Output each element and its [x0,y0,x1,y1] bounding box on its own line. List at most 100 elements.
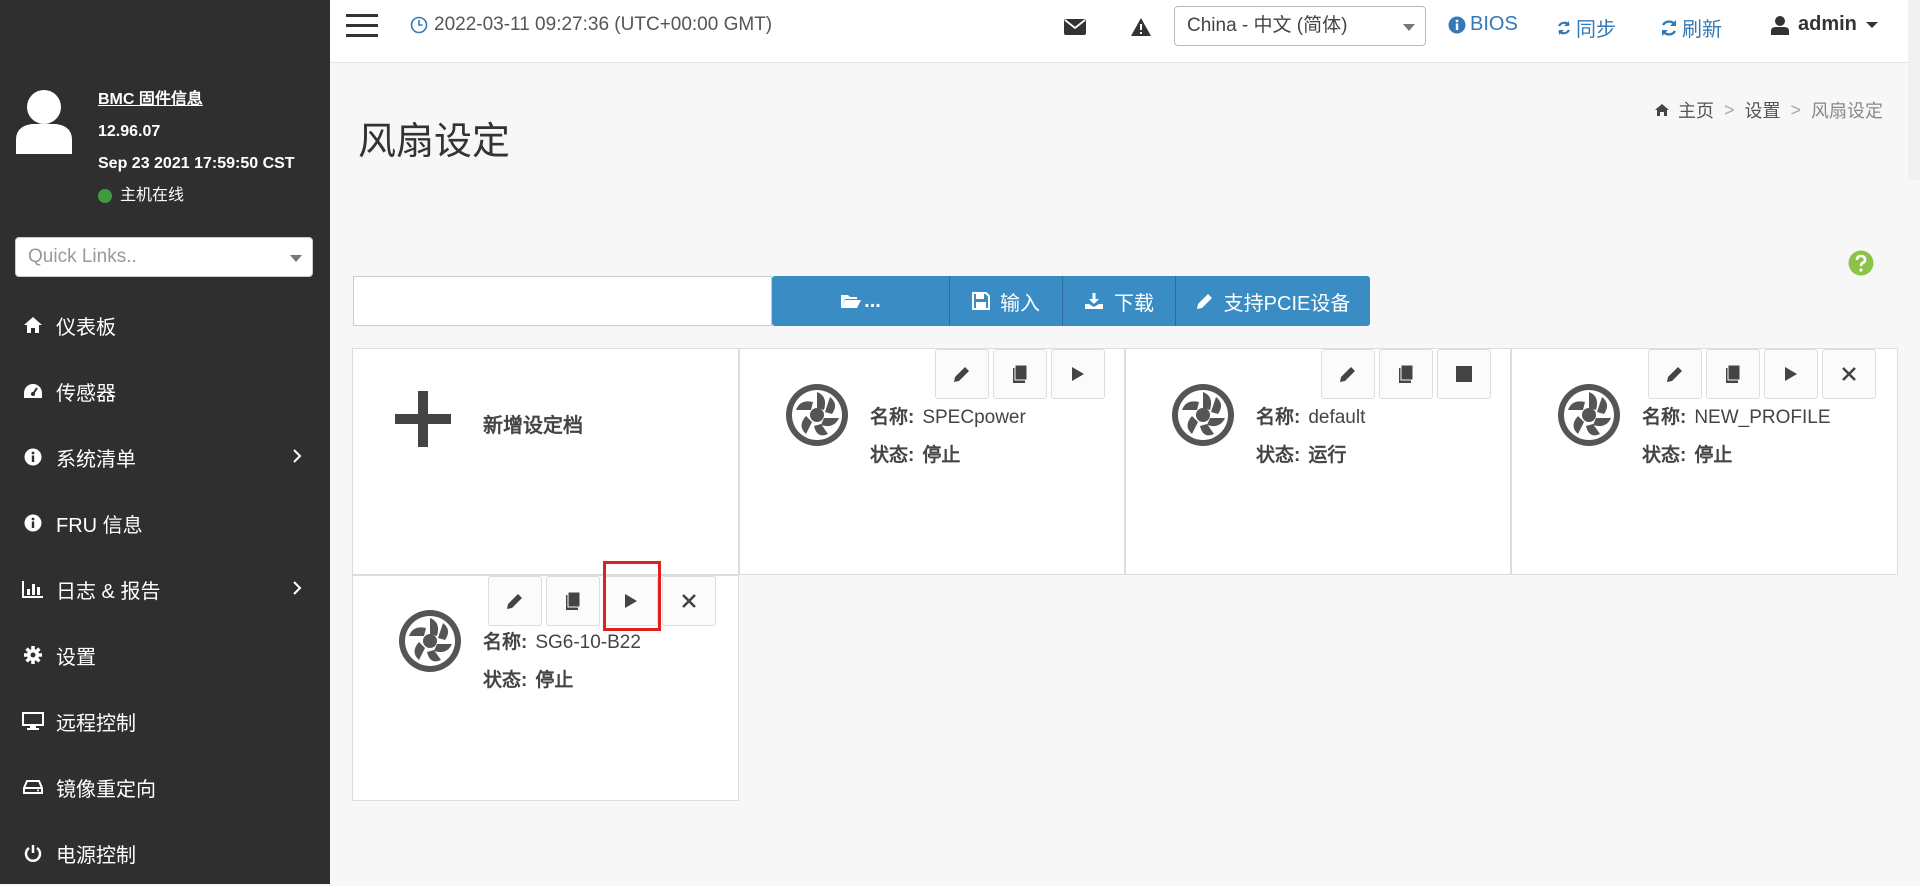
language-select[interactable]: China - 中文 (简体) [1174,6,1426,46]
stop-button[interactable] [1437,349,1491,399]
fan-icon [1558,384,1620,446]
copy-button[interactable] [1706,349,1760,399]
sidebar-item-label: 日志 & 报告 [56,580,161,603]
profile-card: 名称: default 状态: 运行 [1125,348,1511,575]
profile-toolbar [488,576,720,626]
top-navbar: 2022-03-11 09:27:36 (UTC+00:00 GMT) Chin… [330,0,1920,63]
delete-button[interactable] [662,576,716,626]
breadcrumb-home[interactable]: 主页 [1678,97,1714,123]
sync-icon [1558,20,1570,35]
edit-button[interactable] [488,576,542,626]
download-icon [1085,293,1103,309]
envelope-icon[interactable] [1062,14,1088,40]
help-icon[interactable] [1848,250,1874,276]
profile-name: SPECpower [922,407,1026,428]
language-selected-value: China - 中文 (简体) [1187,15,1348,36]
import-button[interactable]: 输入 [950,276,1063,326]
pcie-support-button[interactable]: 支持PCIE设备 [1176,276,1370,326]
quick-links-select[interactable]: Quick Links.. [15,237,313,277]
close-icon [1842,367,1856,381]
play-button[interactable] [604,576,658,626]
name-key: 名称: [1256,407,1301,428]
status-dot-icon [98,189,112,203]
sidebar-item-power-control[interactable]: 电源控制 [0,820,330,886]
name-key: 名称: [1642,407,1687,428]
pcie-label: 支持PCIE设备 [1223,292,1351,315]
download-label: 下载 [1114,292,1154,315]
edit-button[interactable] [1648,349,1702,399]
folder-open-icon [841,295,862,308]
profile-info: 名称: default 状态: 运行 [1256,399,1365,475]
gear-icon [22,644,44,666]
host-status-label: 主机在线 [120,187,185,204]
refresh-link[interactable]: 刷新 [1660,13,1722,42]
user-icon [1771,15,1789,35]
profile-status: 运行 [1308,445,1347,466]
profile-toolbar [935,349,1109,399]
sidebar-item-dashboard[interactable]: 仪表板 [0,292,330,358]
breadcrumb-separator: > [1724,99,1735,120]
warning-icon[interactable] [1128,14,1154,40]
play-icon [625,594,637,608]
bios-link[interactable]: BIOS [1448,13,1518,36]
stop-icon [1456,366,1472,382]
profile-info: 名称: SG6-10-B22 状态: 停止 [483,624,641,700]
copy-icon [1013,365,1027,383]
menu-toggle-icon[interactable] [346,14,378,38]
chevron-right-icon [293,449,302,463]
breadcrumb: 主页 > 设置 > 风扇设定 [1654,97,1883,123]
browse-label: ... [864,289,881,312]
sidebar-item-settings[interactable]: 设置 [0,622,330,688]
firmware-info-link[interactable]: BMC 固件信息 [98,84,295,116]
status-key: 状态: [870,445,915,466]
sidebar-item-logs[interactable]: 日志 & 报告 [0,556,330,622]
monitor-icon [22,710,44,732]
sidebar: BMC 固件信息 12.96.07 Sep 23 2021 17:59:50 C… [0,0,330,884]
delete-button[interactable] [1822,349,1876,399]
edit-button[interactable] [935,349,989,399]
sidebar-item-fru[interactable]: FRU 信息 [0,490,330,556]
profile-name: default [1308,407,1366,428]
user-avatar-icon [16,90,72,154]
add-profile-card[interactable]: 新增设定档 [352,348,739,575]
sidebar-item-label: 仪表板 [56,316,116,339]
chevron-right-icon [293,581,302,595]
pencil-icon [1196,294,1212,309]
copy-button[interactable] [546,576,600,626]
copy-icon [1726,365,1740,383]
sidebar-item-remote-control[interactable]: 远程控制 [0,688,330,754]
breadcrumb-current: 风扇设定 [1811,101,1884,121]
play-button[interactable] [1764,349,1818,399]
sync-label: 同步 [1576,19,1616,41]
copy-icon [1399,365,1413,383]
profile-info: 名称: NEW_PROFILE 状态: 停止 [1642,399,1831,475]
copy-button[interactable] [1379,349,1433,399]
play-icon [1072,367,1084,381]
sidebar-item-inventory[interactable]: 系统清单 [0,424,330,490]
browse-button[interactable]: ... [772,276,950,326]
status-key: 状态: [483,670,528,691]
firmware-date: Sep 23 2021 17:59:50 CST [98,155,295,172]
copy-button[interactable] [993,349,1047,399]
profile-toolbar [1321,349,1495,399]
refresh-label: 刷新 [1682,19,1722,41]
sidebar-item-sensors[interactable]: 传感器 [0,358,330,424]
file-path-input[interactable] [353,276,772,326]
datetime-text: 2022-03-11 09:27:36 (UTC+00:00 GMT) [434,14,773,35]
sync-link[interactable]: 同步 [1556,13,1616,42]
download-button[interactable]: 下载 [1063,276,1176,326]
scrollbar[interactable] [1908,0,1920,180]
info-icon [1448,16,1466,33]
refresh-icon [1661,19,1677,36]
sidebar-item-label: 电源控制 [56,844,136,867]
breadcrumb-settings[interactable]: 设置 [1745,97,1781,123]
sidebar-item-media-redirection[interactable]: 镜像重定向 [0,754,330,820]
edit-button[interactable] [1321,349,1375,399]
sidebar-item-label: 镜像重定向 [56,778,156,801]
action-toolbar: ... 输入 下载 支持PCIE设备 [772,276,1370,326]
play-icon [1785,367,1797,381]
plus-icon [395,391,451,447]
user-menu[interactable]: admin [1770,13,1879,36]
profile-name: NEW_PROFILE [1694,407,1831,428]
play-button[interactable] [1051,349,1105,399]
